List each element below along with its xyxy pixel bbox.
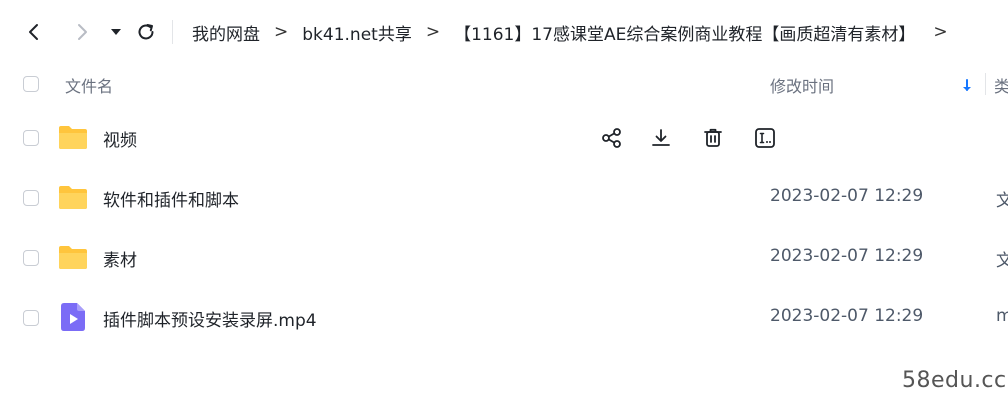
folder-icon (59, 126, 87, 149)
rename-icon (755, 128, 775, 148)
rename-button[interactable] (753, 126, 777, 150)
forward-button[interactable] (70, 20, 94, 44)
file-row[interactable]: 素材 2023-02-07 12:29 文 (0, 228, 1008, 288)
column-header-modified[interactable]: 修改时间 (770, 73, 834, 97)
file-row[interactable]: 软件和插件和脚本 2023-02-07 12:29 文 (0, 168, 1008, 228)
file-name[interactable]: 软件和插件和脚本 (103, 186, 239, 211)
row-checkbox[interactable] (23, 130, 39, 146)
caret-down-icon (111, 29, 121, 35)
top-navigation-bar: 我的网盘 > bk41.net共享 > 【1161】17感课堂AE综合案例商业教… (0, 0, 1008, 62)
file-type: 文 (996, 251, 1008, 271)
file-name[interactable]: 视频 (103, 126, 137, 151)
refresh-icon (138, 24, 154, 40)
refresh-button[interactable] (134, 20, 158, 44)
video-file-icon (61, 303, 85, 331)
row-checkbox[interactable] (23, 190, 39, 206)
chevron-right-icon (78, 24, 87, 40)
file-modified-date: 2023-02-07 12:29 (770, 246, 924, 266)
row-checkbox[interactable] (23, 310, 39, 326)
file-row[interactable]: 视频 (0, 108, 1008, 168)
column-divider (985, 73, 986, 95)
breadcrumb-item-my-drive[interactable]: 我的网盘 (192, 20, 260, 45)
watermark: 58edu.cc (902, 368, 1007, 393)
download-button[interactable] (649, 126, 673, 150)
breadcrumb-item-current-folder[interactable]: 【1161】17感课堂AE综合案例商业教程【画质超清有素材】 (454, 20, 915, 45)
folder-icon (59, 246, 87, 269)
column-header-type[interactable]: 类 (994, 73, 1008, 97)
file-list-header (0, 62, 1008, 108)
breadcrumb: 我的网盘 > bk41.net共享 > 【1161】17感课堂AE综合案例商业教… (192, 18, 948, 46)
breadcrumb-separator: > (933, 22, 948, 42)
file-type: 文 (996, 191, 1008, 211)
share-button[interactable] (600, 126, 624, 150)
breadcrumb-separator: > (425, 22, 441, 42)
breadcrumb-item-shared[interactable]: bk41.net共享 (302, 20, 412, 45)
file-modified-date: 2023-02-07 12:29 (770, 186, 924, 206)
file-type: m (996, 306, 1008, 326)
file-row[interactable]: 插件脚本预设安装录屏.mp4 2023-02-07 12:29 m (0, 288, 1008, 348)
breadcrumb-separator: > (274, 22, 289, 42)
nav-divider (172, 20, 173, 44)
history-dropdown-button[interactable] (104, 20, 128, 44)
back-button[interactable] (22, 20, 46, 44)
file-modified-date: 2023-02-07 12:29 (770, 306, 924, 326)
column-header-name[interactable]: 文件名 (65, 73, 113, 97)
share-icon (602, 128, 621, 148)
folder-icon (59, 186, 87, 209)
row-checkbox[interactable] (23, 250, 39, 266)
select-all-checkbox[interactable] (23, 76, 39, 92)
trash-icon (704, 128, 722, 147)
file-name[interactable]: 插件脚本预设安装录屏.mp4 (103, 306, 317, 331)
delete-button[interactable] (701, 126, 725, 150)
chevron-left-icon (29, 24, 38, 40)
download-icon (652, 129, 670, 146)
file-name[interactable]: 素材 (103, 246, 137, 271)
sort-down-icon[interactable] (960, 78, 974, 94)
